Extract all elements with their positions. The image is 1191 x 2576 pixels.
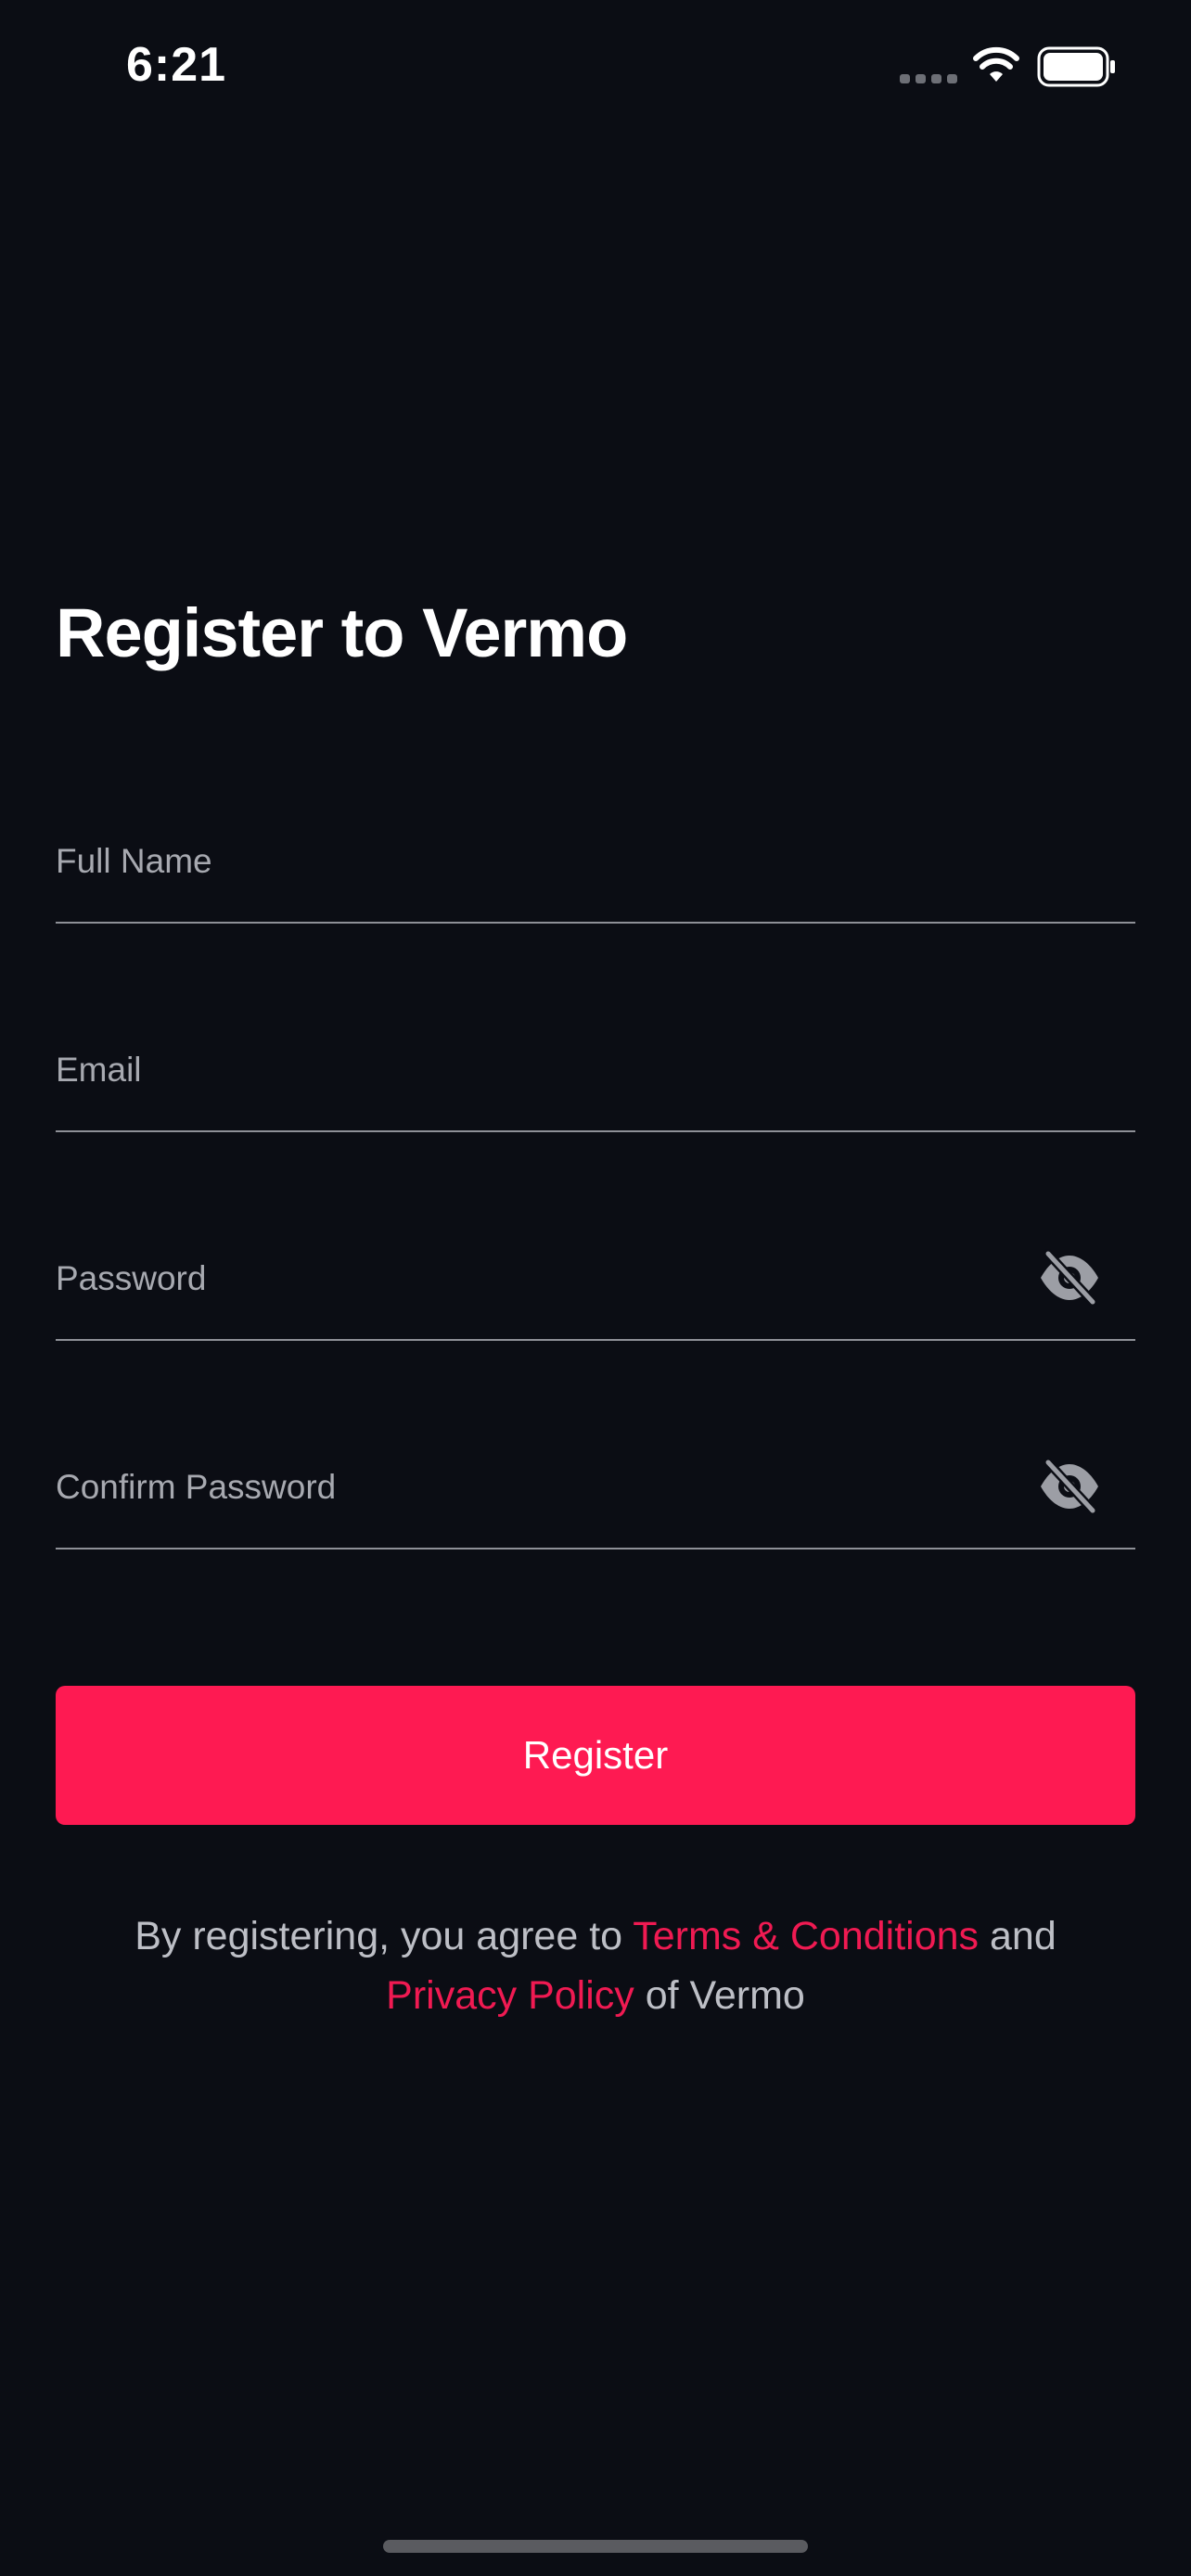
status-time: 6:21 xyxy=(126,38,227,92)
password-input[interactable] xyxy=(56,1246,1002,1311)
password-field xyxy=(56,1228,1135,1341)
password-visibility-toggle[interactable] xyxy=(1037,1248,1102,1307)
terms-notice: By registering, you agree to Terms & Con… xyxy=(56,1906,1135,2025)
terms-prefix-text: By registering, you agree to xyxy=(134,1914,634,1958)
wifi-icon xyxy=(973,46,1019,82)
cellular-signal-icon xyxy=(900,74,957,85)
privacy-policy-link[interactable]: Privacy Policy xyxy=(386,1973,634,2018)
terms-conditions-link[interactable]: Terms & Conditions xyxy=(633,1914,979,1958)
full-name-input[interactable] xyxy=(56,829,1002,894)
page-title: Register to Vermo xyxy=(56,594,628,671)
email-input[interactable] xyxy=(56,1038,1002,1103)
battery-full-icon xyxy=(1037,46,1115,87)
eye-slash-icon xyxy=(1041,1249,1098,1307)
full-name-field xyxy=(56,810,1135,924)
confirm-password-input[interactable] xyxy=(56,1455,1002,1520)
status-bar: 6:21 xyxy=(0,0,1191,139)
register-button[interactable]: Register xyxy=(56,1686,1135,1825)
terms-middle-text: and xyxy=(979,1914,1057,1958)
eye-slash-icon xyxy=(1041,1458,1098,1515)
home-indicator[interactable] xyxy=(383,2540,808,2553)
confirm-password-field xyxy=(56,1436,1135,1549)
terms-suffix-text: of Vermo xyxy=(634,1973,805,2018)
confirm-password-visibility-toggle[interactable] xyxy=(1037,1457,1102,1516)
email-field xyxy=(56,1019,1135,1132)
